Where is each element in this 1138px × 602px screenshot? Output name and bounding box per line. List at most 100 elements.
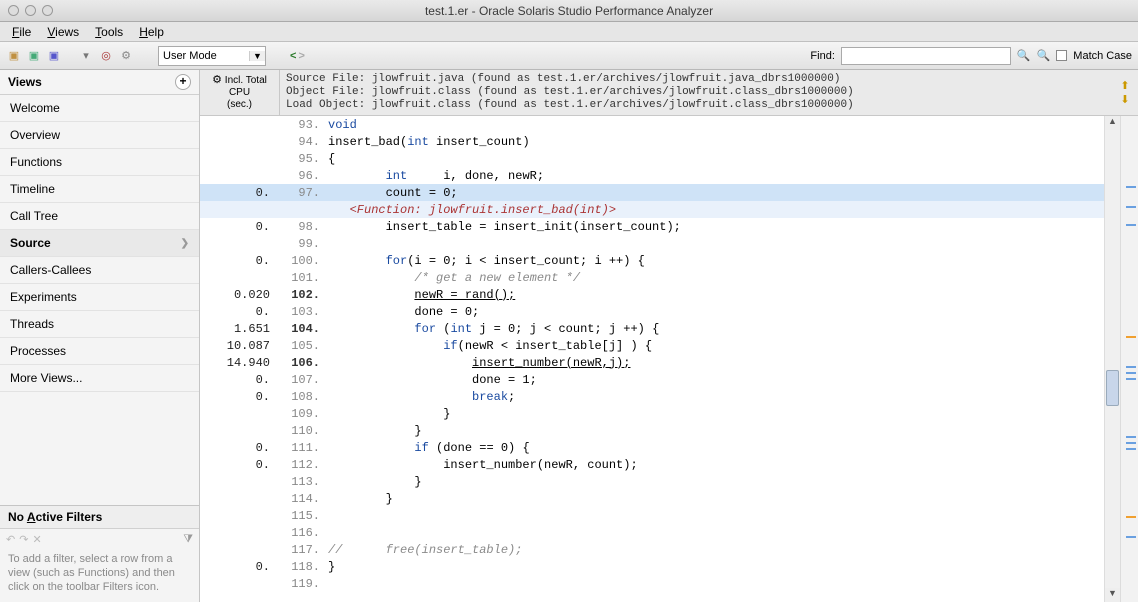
source-row[interactable]: 93.void	[200, 116, 1104, 133]
sidebar-item-call-tree[interactable]: Call Tree	[0, 203, 199, 230]
find-label: Find:	[810, 50, 834, 62]
nav-forward-icon[interactable]: >	[298, 50, 304, 62]
source-row[interactable]: 0.97. count = 0;	[200, 184, 1104, 201]
source-row[interactable]: 14.940106. insert_number(newR,j);	[200, 354, 1104, 371]
line-number: 115.	[280, 509, 328, 523]
source-row[interactable]: 119.	[200, 575, 1104, 592]
source-row[interactable]: 0.020102. newR = rand();	[200, 286, 1104, 303]
nav-back-icon[interactable]: <	[290, 50, 296, 62]
undo-filter-icon[interactable]: ↶	[6, 533, 15, 546]
source-row[interactable]: 116.	[200, 524, 1104, 541]
filters-help-text: To add a filter, select a row from a vie…	[0, 550, 199, 602]
source-row[interactable]: 95.{	[200, 150, 1104, 167]
menu-help[interactable]: Help	[133, 23, 170, 41]
source-table[interactable]: 93.void94.insert_bad(int insert_count)95…	[200, 116, 1104, 602]
code-cell: }	[328, 492, 1104, 506]
line-number: 95.	[280, 152, 328, 166]
find-next-icon[interactable]: 🔍	[1037, 49, 1051, 62]
sidebar-item-timeline[interactable]: Timeline	[0, 176, 199, 203]
line-number: 96.	[280, 169, 328, 183]
minimize-window-icon[interactable]	[25, 5, 36, 16]
sidebar-item-threads[interactable]: Threads	[0, 311, 199, 338]
sidebar-item-experiments[interactable]: Experiments	[0, 284, 199, 311]
settings-icon[interactable]: ⚙	[118, 48, 134, 64]
delete-filter-icon[interactable]: ✕	[32, 533, 41, 546]
target-icon[interactable]: ◎	[98, 48, 114, 64]
source-row[interactable]: 0.111. if (done == 0) {	[200, 439, 1104, 456]
add-view-icon[interactable]: +	[175, 74, 191, 90]
source-row[interactable]: 0.100. for(i = 0; i < insert_count; i ++…	[200, 252, 1104, 269]
line-number: 113.	[280, 475, 328, 489]
source-row[interactable]: 0.108. break;	[200, 388, 1104, 405]
sidebar-item-label: Call Tree	[10, 209, 58, 223]
code-cell: {	[328, 152, 1104, 166]
filter-funnel-icon[interactable]: ⧩	[183, 533, 193, 546]
sidebar-item-functions[interactable]: Functions	[0, 149, 199, 176]
source-row[interactable]: 0.112. insert_number(newR, count);	[200, 456, 1104, 473]
close-window-icon[interactable]	[8, 5, 19, 16]
zoom-window-icon[interactable]	[42, 5, 53, 16]
filter-icon[interactable]: ▾	[78, 48, 94, 64]
scrollbar[interactable]: ▲ ▼	[1104, 116, 1120, 602]
gear-icon[interactable]: ⚙	[212, 74, 222, 86]
metric-cell: 0.020	[200, 288, 280, 302]
sidebar-item-overview[interactable]: Overview	[0, 122, 199, 149]
source-row[interactable]: 10.087105. if(newR < insert_table[j] ) {	[200, 337, 1104, 354]
source-row[interactable]: <Function: jlowfruit.insert_bad(int)>	[200, 201, 1104, 218]
aggregate-icon[interactable]: ▣	[46, 48, 62, 64]
jump-prev-icon[interactable]: ⬆	[1120, 79, 1129, 92]
metric-cell: 1.651	[200, 322, 280, 336]
sidebar-item-source[interactable]: Source❯	[0, 230, 199, 257]
mode-input[interactable]	[159, 50, 249, 62]
source-row[interactable]: 101. /* get a new element */	[200, 269, 1104, 286]
overview-gutter[interactable]	[1120, 116, 1138, 602]
code-cell: }	[328, 475, 1104, 489]
source-row[interactable]: 0.118.}	[200, 558, 1104, 575]
source-row[interactable]: 0.103. done = 0;	[200, 303, 1104, 320]
compare-icon[interactable]: ▣	[26, 48, 42, 64]
sidebar-item-welcome[interactable]: Welcome	[0, 95, 199, 122]
jump-next-icon[interactable]: ⬇	[1120, 93, 1129, 106]
sidebar-item-callers-callees[interactable]: Callers-Callees	[0, 257, 199, 284]
scroll-thumb[interactable]	[1106, 370, 1119, 406]
line-number: 114.	[280, 492, 328, 506]
source-row[interactable]: 96. int i, done, newR;	[200, 167, 1104, 184]
source-row[interactable]: 117.// free(insert_table);	[200, 541, 1104, 558]
scroll-down-icon[interactable]: ▼	[1105, 588, 1120, 602]
menu-file[interactable]: File	[6, 23, 37, 41]
metric-cell: 0.	[200, 254, 280, 268]
source-row[interactable]: 99.	[200, 235, 1104, 252]
source-row[interactable]: 109. }	[200, 405, 1104, 422]
source-row[interactable]: 115.	[200, 507, 1104, 524]
sidebar-item-label: Timeline	[10, 182, 55, 196]
find-input[interactable]	[841, 47, 1011, 65]
source-row[interactable]: 0.98. insert_table = insert_init(insert_…	[200, 218, 1104, 235]
mode-combo[interactable]: ▼	[158, 46, 266, 66]
line-number: 118.	[280, 560, 328, 574]
source-row[interactable]: 1.651104. for (int j = 0; j < count; j +…	[200, 320, 1104, 337]
scroll-up-icon[interactable]: ▲	[1105, 116, 1120, 130]
line-number: 101.	[280, 271, 328, 285]
metric-header[interactable]: ⚙ Incl. Total CPU (sec.)	[200, 70, 280, 115]
open-icon[interactable]: ▣	[6, 48, 22, 64]
source-row[interactable]: 113. }	[200, 473, 1104, 490]
source-row[interactable]: 94.insert_bad(int insert_count)	[200, 133, 1104, 150]
menu-tools[interactable]: Tools	[89, 23, 129, 41]
line-number: 98.	[280, 220, 328, 234]
redo-filter-icon[interactable]: ↷	[19, 533, 28, 546]
sidebar-item-more-views-[interactable]: More Views...	[0, 365, 199, 392]
sidebar-item-processes[interactable]: Processes	[0, 338, 199, 365]
sidebar: Views + WelcomeOverviewFunctionsTimeline…	[0, 70, 200, 602]
match-case-checkbox[interactable]	[1056, 50, 1067, 61]
find-prev-icon[interactable]: 🔍	[1017, 49, 1031, 62]
sidebar-item-label: Experiments	[10, 290, 77, 304]
metric-cell: 0.	[200, 390, 280, 404]
chevron-down-icon[interactable]: ▼	[249, 51, 265, 61]
source-row[interactable]: 110. }	[200, 422, 1104, 439]
source-row[interactable]: 114. }	[200, 490, 1104, 507]
menu-views[interactable]: Views	[41, 23, 85, 41]
sidebar-item-label: Callers-Callees	[10, 263, 91, 277]
source-row[interactable]: 0.107. done = 1;	[200, 371, 1104, 388]
code-cell: for (int j = 0; j < count; j ++) {	[328, 322, 1104, 336]
line-number: 106.	[280, 356, 328, 370]
